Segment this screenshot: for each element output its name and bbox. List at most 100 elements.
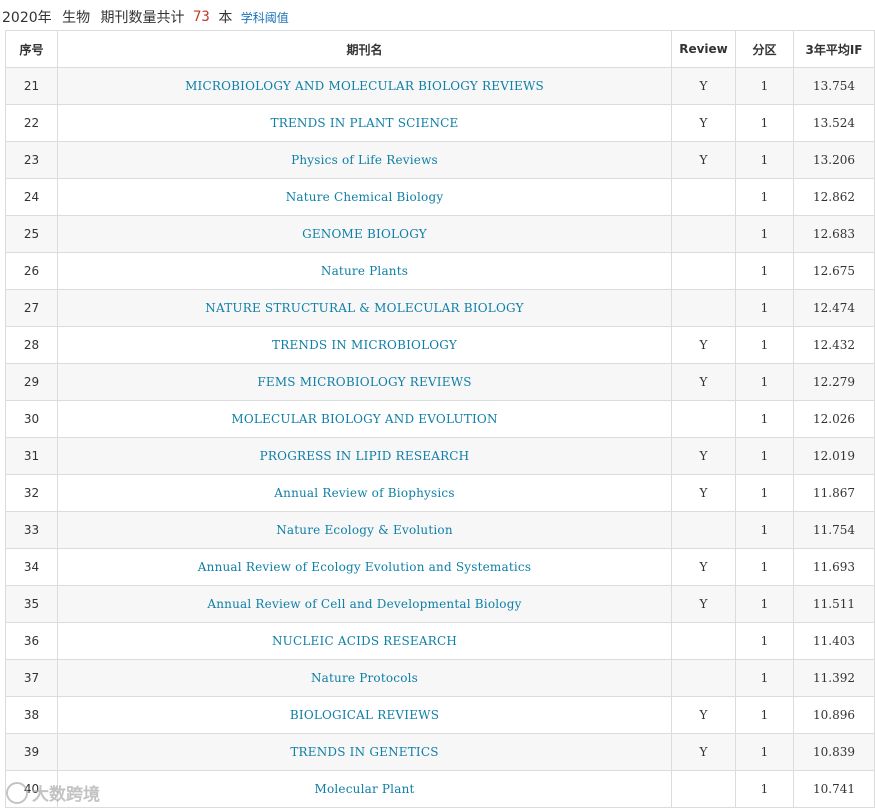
journal-link[interactable]: TRENDS IN MICROBIOLOGY (272, 338, 457, 352)
cell-if: 11.511 (793, 585, 875, 623)
cell-review: Y (671, 696, 736, 734)
table-row: 33 Nature Ecology & Evolution 1 11.754 (5, 511, 875, 549)
journal-link[interactable]: NUCLEIC ACIDS RESEARCH (272, 634, 457, 648)
table-row: 21 MICROBIOLOGY AND MOLECULAR BIOLOGY REV… (5, 67, 875, 105)
journal-link[interactable]: Annual Review of Ecology Evolution and S… (198, 560, 531, 574)
cell-if: 12.019 (793, 437, 875, 475)
page-header: 2020年 生物 期刊数量共计 73 本 学科阈值 (2, 7, 289, 29)
cell-review (671, 659, 736, 697)
cell-rank: 33 (5, 511, 58, 549)
cell-zone: 1 (735, 178, 794, 216)
table-row: 28 TRENDS IN MICROBIOLOGY Y 1 12.432 (5, 326, 875, 364)
journal-link[interactable]: Annual Review of Biophysics (274, 486, 454, 500)
cell-zone: 1 (735, 215, 794, 253)
cell-if: 13.754 (793, 67, 875, 105)
cell-journal-name: Annual Review of Ecology Evolution and S… (57, 548, 672, 586)
cell-zone: 1 (735, 585, 794, 623)
cell-zone: 1 (735, 696, 794, 734)
table-row: 36 NUCLEIC ACIDS RESEARCH 1 11.403 (5, 622, 875, 660)
col-header-zone: 分区 (735, 30, 794, 68)
cell-if: 10.741 (793, 770, 875, 808)
cell-journal-name: NUCLEIC ACIDS RESEARCH (57, 622, 672, 660)
journal-link[interactable]: GENOME BIOLOGY (302, 227, 427, 241)
cell-rank: 26 (5, 252, 58, 290)
cell-review: Y (671, 363, 736, 401)
col-header-review: Review (671, 30, 736, 68)
cell-rank: 31 (5, 437, 58, 475)
cell-zone: 1 (735, 511, 794, 549)
journal-link[interactable]: FEMS MICROBIOLOGY REVIEWS (257, 375, 471, 389)
cell-zone: 1 (735, 437, 794, 475)
journal-link[interactable]: MOLECULAR BIOLOGY AND EVOLUTION (231, 412, 497, 426)
cell-journal-name: GENOME BIOLOGY (57, 215, 672, 253)
cell-review: Y (671, 474, 736, 512)
journal-link[interactable]: Nature Ecology & Evolution (276, 523, 453, 537)
cell-if: 11.754 (793, 511, 875, 549)
cell-review (671, 215, 736, 253)
journal-link[interactable]: Annual Review of Cell and Developmental … (207, 597, 521, 611)
cell-rank: 23 (5, 141, 58, 179)
table-row: 23 Physics of Life Reviews Y 1 13.206 (5, 141, 875, 179)
cell-zone: 1 (735, 326, 794, 364)
cell-if: 12.683 (793, 215, 875, 253)
table-row: 27 NATURE STRUCTURAL & MOLECULAR BIOLOGY 1… (5, 289, 875, 327)
cell-review: Y (671, 548, 736, 586)
table-row: 37 Nature Protocols 1 11.392 (5, 659, 875, 697)
cell-review (671, 511, 736, 549)
cell-rank: 32 (5, 474, 58, 512)
cell-journal-name: Nature Protocols (57, 659, 672, 697)
cell-rank: 30 (5, 400, 58, 438)
journal-link[interactable]: TRENDS IN GENETICS (290, 745, 438, 759)
cell-journal-name: TRENDS IN MICROBIOLOGY (57, 326, 672, 364)
cell-if: 11.693 (793, 548, 875, 586)
cell-journal-name: TRENDS IN PLANT SCIENCE (57, 104, 672, 142)
threshold-link[interactable]: 学科阈值 (241, 11, 289, 25)
journal-link[interactable]: TRENDS IN PLANT SCIENCE (271, 116, 459, 130)
cell-rank: 29 (5, 363, 58, 401)
table-row: 38 BIOLOGICAL REVIEWS Y 1 10.896 (5, 696, 875, 734)
cell-zone: 1 (735, 252, 794, 290)
cell-zone: 1 (735, 548, 794, 586)
journal-link[interactable]: Nature Protocols (311, 671, 418, 685)
cell-review: Y (671, 437, 736, 475)
table-body: 21 MICROBIOLOGY AND MOLECULAR BIOLOGY REV… (5, 67, 875, 808)
cell-review: Y (671, 104, 736, 142)
cell-rank: 39 (5, 733, 58, 771)
cell-if: 11.867 (793, 474, 875, 512)
cell-zone: 1 (735, 770, 794, 808)
cell-review (671, 178, 736, 216)
cell-if: 12.675 (793, 252, 875, 290)
count-unit: 本 (218, 10, 233, 26)
cell-review: Y (671, 67, 736, 105)
cell-if: 13.524 (793, 104, 875, 142)
journal-link[interactable]: Physics of Life Reviews (291, 153, 438, 167)
col-header-if: 3年平均IF (793, 30, 875, 68)
cell-zone: 1 (735, 474, 794, 512)
cell-if: 12.279 (793, 363, 875, 401)
journal-link[interactable]: PROGRESS IN LIPID RESEARCH (260, 449, 470, 463)
cell-if: 12.474 (793, 289, 875, 327)
cell-journal-name: Physics of Life Reviews (57, 141, 672, 179)
cell-zone: 1 (735, 104, 794, 142)
cell-rank: 28 (5, 326, 58, 364)
cell-if: 13.206 (793, 141, 875, 179)
table-row: 30 MOLECULAR BIOLOGY AND EVOLUTION 1 12.026 (5, 400, 875, 438)
cell-zone: 1 (735, 659, 794, 697)
journal-link[interactable]: MICROBIOLOGY AND MOLECULAR BIOLOGY REVIE… (185, 79, 544, 93)
table-row: 24 Nature Chemical Biology 1 12.862 (5, 178, 875, 216)
journal-link[interactable]: Nature Chemical Biology (286, 190, 444, 204)
journal-link[interactable]: Molecular Plant (314, 782, 414, 796)
journal-link[interactable]: Nature Plants (321, 264, 408, 278)
cell-review (671, 252, 736, 290)
cell-journal-name: Annual Review of Biophysics (57, 474, 672, 512)
cell-zone: 1 (735, 400, 794, 438)
cell-journal-name: Nature Plants (57, 252, 672, 290)
cell-rank: 27 (5, 289, 58, 327)
journal-link[interactable]: BIOLOGICAL REVIEWS (290, 708, 439, 722)
cell-review: Y (671, 141, 736, 179)
year-label: 2020年 (2, 10, 52, 26)
cell-zone: 1 (735, 289, 794, 327)
cell-if: 10.896 (793, 696, 875, 734)
journal-link[interactable]: NATURE STRUCTURAL & MOLECULAR BIOLOGY (205, 301, 523, 315)
table-row: 26 Nature Plants 1 12.675 (5, 252, 875, 290)
